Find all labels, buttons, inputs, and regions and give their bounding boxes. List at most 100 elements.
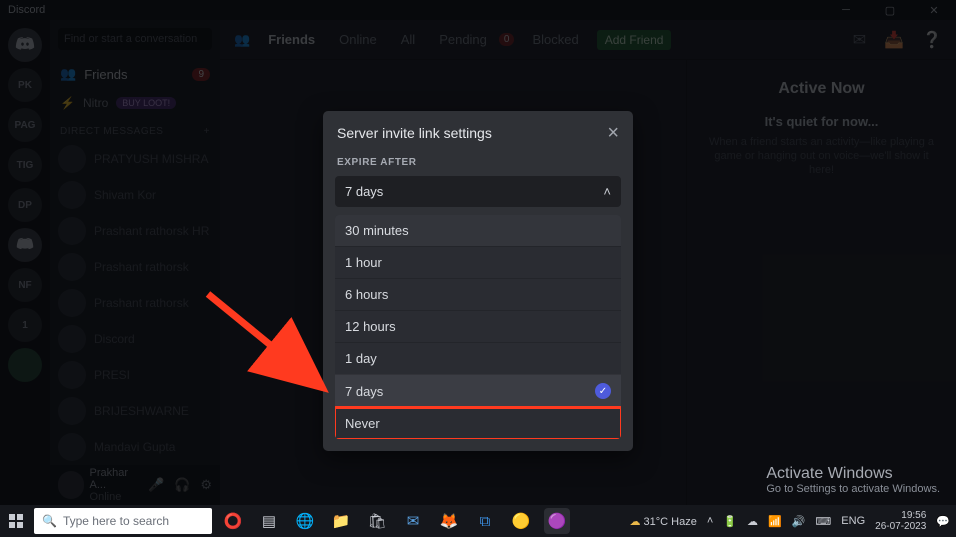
dm-item[interactable]: Mandavi Gupta	[50, 429, 220, 465]
close-icon[interactable]: ×	[607, 125, 619, 141]
app-title: Discord	[8, 4, 824, 16]
active-now-panel: Active Now It's quiet for now... When a …	[686, 60, 956, 505]
quiet-title: It's quiet for now...	[703, 114, 940, 129]
search-placeholder: Type here to search	[63, 514, 169, 528]
file-explorer-icon[interactable]: 📁	[328, 508, 354, 534]
taskbar-clock[interactable]: 19:56 26-07-2023	[875, 510, 926, 532]
guild-item[interactable]	[8, 228, 42, 262]
dm-item[interactable]: Shivam Kor	[50, 177, 220, 213]
friends-header-label: Friends	[262, 30, 321, 49]
option-1-hour[interactable]: 1 hour	[335, 246, 621, 278]
user-panel: Prakhar A... Online 🎤 🎧 ⚙	[50, 465, 220, 505]
activate-line2: Go to Settings to activate Windows.	[766, 483, 940, 495]
tab-online[interactable]: Online	[333, 30, 383, 49]
notifications-icon[interactable]: 💬	[936, 515, 950, 528]
expire-after-label: EXPIRE AFTER	[323, 149, 633, 174]
option-1-day[interactable]: 1 day	[335, 342, 621, 374]
dm-item[interactable]: BRIJESHWARNE	[50, 393, 220, 429]
guild-item[interactable]: 1	[8, 308, 42, 342]
firefox-icon[interactable]: 🦊	[436, 508, 462, 534]
friends-nav[interactable]: 👥 Friends 9	[50, 58, 220, 90]
new-group-dm-icon[interactable]: ✉	[853, 30, 866, 50]
channel-sidebar: Find or start a conversation 👥 Friends 9…	[50, 20, 220, 505]
option-6-hours[interactable]: 6 hours	[335, 278, 621, 310]
tray-chevron-icon[interactable]: ˄	[707, 515, 713, 527]
quiet-subtitle: When a friend starts an activity—like pl…	[703, 135, 940, 177]
expire-options-list: 30 minutes 1 hour 6 hours 12 hours 1 day…	[335, 215, 621, 439]
option-30-minutes[interactable]: 30 minutes	[335, 215, 621, 246]
mail-icon[interactable]: ✉	[400, 508, 426, 534]
help-icon[interactable]: ❔	[922, 30, 942, 50]
titlebar: Discord ─ ▢ ✕	[0, 0, 956, 20]
tab-all[interactable]: All	[395, 30, 421, 49]
tray-onedrive-icon[interactable]: ☁	[747, 515, 758, 528]
nitro-badge: BUY LOOT!	[116, 97, 176, 109]
activate-line1: Activate Windows	[766, 465, 940, 483]
close-button[interactable]: ✕	[912, 0, 956, 20]
pending-badge: 0	[499, 33, 515, 46]
dm-item[interactable]: PRESI	[50, 357, 220, 393]
guild-item[interactable]: NF	[8, 268, 42, 302]
friends-icon: 👥	[60, 66, 76, 82]
user-avatar[interactable]	[58, 471, 84, 499]
expire-after-select[interactable]: 7 days ˄	[335, 176, 621, 207]
guild-item[interactable]: PAG	[8, 108, 42, 142]
dm-item[interactable]: PRATYUSH MISHRA	[50, 141, 220, 177]
option-never[interactable]: Never	[335, 407, 621, 439]
friends-label: Friends	[84, 67, 127, 82]
guild-item[interactable]: TIG	[8, 148, 42, 182]
modal-title: Server invite link settings	[337, 125, 492, 141]
settings-icon[interactable]: ⚙	[200, 477, 212, 493]
add-dm-icon[interactable]: +	[204, 126, 210, 137]
nitro-nav[interactable]: ⚡ Nitro BUY LOOT!	[50, 90, 220, 116]
start-button[interactable]	[0, 505, 32, 537]
search-icon: 🔍	[42, 514, 57, 528]
guild-item-green[interactable]	[8, 348, 42, 382]
tray-language[interactable]: ENG	[841, 515, 865, 527]
chrome-icon[interactable]: 🟡	[508, 508, 534, 534]
add-friend-button[interactable]: Add Friend	[597, 30, 672, 50]
friends-badge: 9	[192, 68, 210, 81]
dm-item[interactable]: Prashant rathorsk HR	[50, 213, 220, 249]
tray-wifi-icon[interactable]: 📶	[768, 515, 782, 528]
dm-section-header: DIRECT MESSAGES +	[50, 116, 220, 141]
weather-widget[interactable]: ☁ 31°C Haze	[629, 515, 696, 528]
home-guild-icon[interactable]	[8, 28, 42, 62]
dm-item[interactable]: Discord	[50, 321, 220, 357]
user-name: Prakhar A...	[90, 467, 142, 491]
dm-search-input[interactable]: Find or start a conversation	[58, 28, 212, 50]
tray-battery-icon[interactable]: 🔋	[723, 515, 737, 528]
taskbar-search-input[interactable]: 🔍 Type here to search	[34, 508, 212, 534]
store-icon[interactable]: 🛍	[364, 508, 390, 534]
dm-item[interactable]: Prashant rathorsk	[50, 285, 220, 321]
guild-item[interactable]: PK	[8, 68, 42, 102]
chevron-up-icon: ˄	[603, 184, 611, 199]
vscode-icon[interactable]: ⧉	[472, 508, 498, 534]
invite-settings-modal: Server invite link settings × EXPIRE AFT…	[323, 111, 633, 451]
tray-volume-icon[interactable]: 🔊	[792, 515, 806, 528]
nitro-label: Nitro	[83, 96, 108, 110]
nitro-icon: ⚡	[60, 96, 75, 110]
guild-item[interactable]: DP	[8, 188, 42, 222]
activate-windows-watermark: Activate Windows Go to Settings to activ…	[766, 465, 940, 495]
discord-taskbar-icon[interactable]: 🟣	[544, 508, 570, 534]
option-7-days[interactable]: 7 days ✓	[335, 374, 621, 407]
cortana-icon[interactable]: ⭕	[220, 508, 246, 534]
mute-icon[interactable]: 🎤	[148, 477, 164, 493]
select-value: 7 days	[345, 184, 383, 199]
discord-window: Discord ─ ▢ ✕ PK PAG TIG DP NF 1 Find or…	[0, 0, 956, 537]
tab-blocked[interactable]: Blocked	[526, 30, 584, 49]
inbox-icon[interactable]: 📥	[884, 30, 904, 50]
tray-keyboard-icon[interactable]: ⌨	[815, 515, 831, 528]
dm-item[interactable]: Prashant rathorsk	[50, 249, 220, 285]
maximize-button[interactable]: ▢	[868, 0, 912, 20]
task-view-icon[interactable]: ▤	[256, 508, 282, 534]
friends-header-icon: 👥	[234, 32, 250, 48]
option-12-hours[interactable]: 12 hours	[335, 310, 621, 342]
taskbar: 🔍 Type here to search ⭕ ▤ 🌐 📁 🛍 ✉ 🦊 ⧉ 🟡 …	[0, 505, 956, 537]
deafen-icon[interactable]: 🎧	[174, 477, 190, 493]
minimize-button[interactable]: ─	[824, 0, 868, 20]
user-status: Online	[90, 491, 142, 503]
tab-pending[interactable]: Pending	[433, 30, 493, 49]
edge-icon[interactable]: 🌐	[292, 508, 318, 534]
